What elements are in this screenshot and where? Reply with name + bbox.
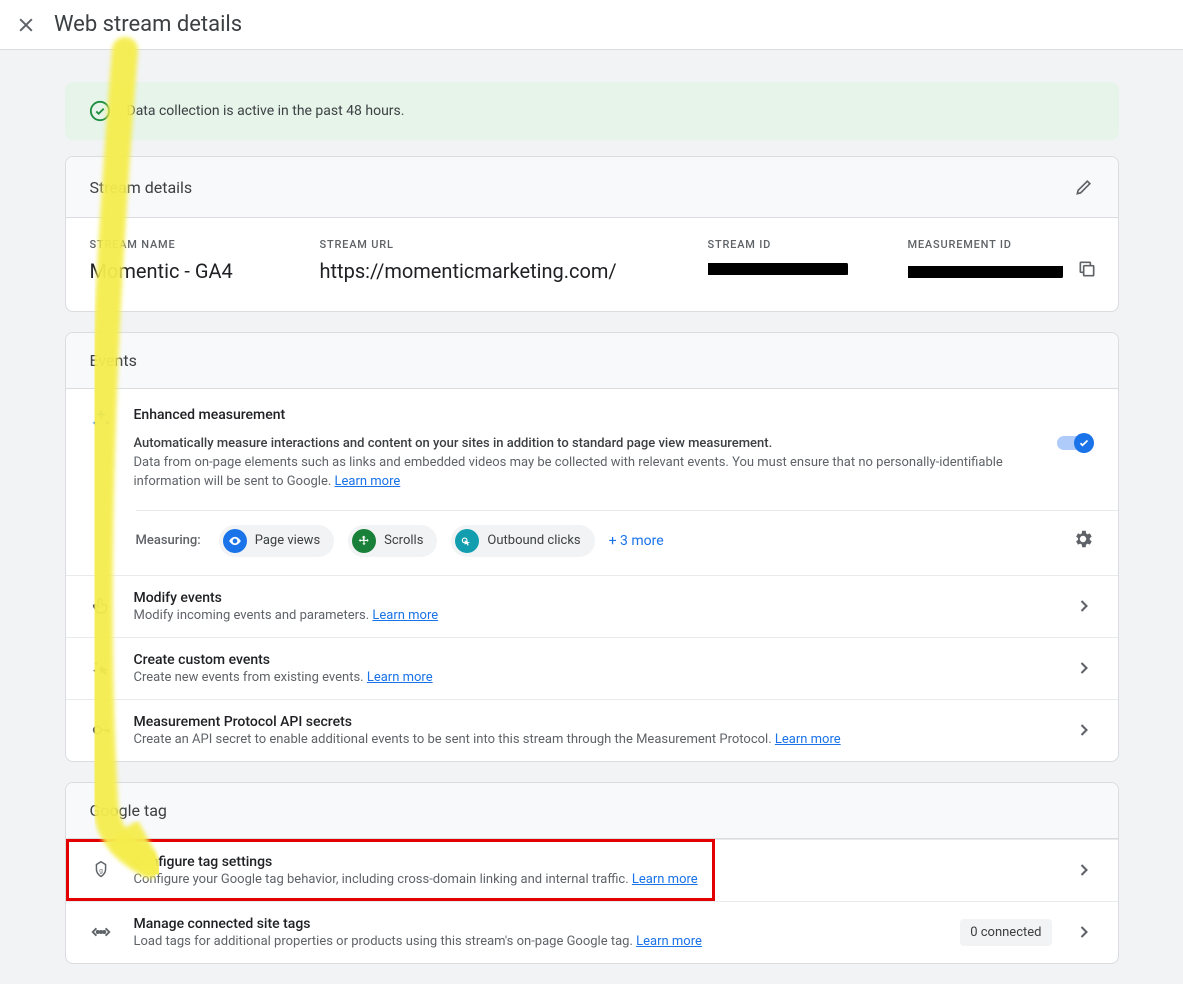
stream-name-value: Momentic - GA4 [90, 259, 320, 283]
modify-events-learn-link[interactable]: Learn more [372, 608, 438, 623]
click-icon [455, 529, 479, 553]
row-modify-events[interactable]: Modify events Modify incoming events and… [66, 575, 1118, 637]
stream-url-value: https://momenticmarketing.com/ [320, 259, 708, 283]
page-title: Web stream details [54, 12, 242, 37]
events-card: Events Enhanced measurement Automaticall… [65, 332, 1119, 762]
stream-name-label: STREAM NAME [90, 238, 320, 251]
banner-text: Data collection is active in the past 48… [127, 103, 405, 119]
close-icon[interactable] [16, 15, 36, 35]
measurement-id-label: MEASUREMENT ID [908, 238, 1097, 251]
edit-icon[interactable] [1074, 177, 1094, 197]
create-events-title: Create custom events [134, 652, 1052, 668]
api-secrets-desc: Create an API secret to enable additiona… [134, 732, 1052, 747]
api-secrets-learn-link[interactable]: Learn more [775, 732, 841, 747]
touch-icon [90, 595, 112, 617]
svg-text:g: g [99, 867, 103, 874]
configure-tag-desc: Configure your Google tag behavior, incl… [134, 872, 1052, 887]
measurement-id-redacted [908, 266, 1063, 278]
configure-tag-learn-link[interactable]: Learn more [632, 872, 698, 887]
modify-events-desc: Modify incoming events and parameters. L… [134, 608, 1052, 623]
scroll-icon [352, 529, 376, 553]
configure-tag-title: Configure tag settings [134, 854, 1052, 870]
stream-id-redacted [708, 263, 848, 275]
chevron-right-icon [1074, 922, 1094, 942]
row-configure-tag-settings[interactable]: g Configure tag settings Configure your … [66, 839, 1118, 901]
create-events-desc: Create new events from existing events. … [134, 670, 1052, 685]
enhanced-measurement-toggle[interactable] [1057, 433, 1094, 453]
chevron-right-icon [1074, 596, 1094, 616]
create-events-learn-link[interactable]: Learn more [367, 670, 433, 685]
enhanced-measurement-title: Enhanced measurement [134, 407, 1035, 423]
events-title: Events [66, 333, 1118, 389]
sparkle-icon [90, 407, 112, 429]
chevron-right-icon [1074, 658, 1094, 678]
chip-outbound-clicks: Outbound clicks [451, 525, 594, 557]
connected-count-badge: 0 connected [960, 919, 1051, 946]
tag-icon: g [90, 859, 112, 881]
manage-tags-desc: Load tags for additional properties or p… [134, 934, 939, 949]
check-circle-icon [89, 100, 111, 122]
enhanced-measurement-desc1: Automatically measure interactions and c… [134, 435, 1035, 454]
row-api-secrets[interactable]: Measurement Protocol API secrets Create … [66, 699, 1118, 761]
measuring-more-link[interactable]: + 3 more [609, 533, 664, 549]
measuring-label: Measuring: [136, 533, 201, 548]
gear-icon[interactable] [1072, 538, 1094, 554]
google-tag-title: Google tag [66, 783, 1118, 839]
key-icon [90, 719, 112, 741]
chip-scrolls: Scrolls [348, 525, 437, 557]
enhanced-measurement-desc2: Data from on-page elements such as links… [134, 454, 1035, 492]
cursor-sparkle-icon [90, 657, 112, 679]
status-banner: Data collection is active in the past 48… [65, 82, 1119, 140]
copy-icon[interactable] [1077, 259, 1097, 279]
google-tag-card: Google tag g Configure tag settings Conf… [65, 782, 1119, 964]
chevron-right-icon [1074, 720, 1094, 740]
row-manage-connected-tags[interactable]: Manage connected site tags Load tags for… [66, 901, 1118, 963]
enhanced-learn-more-link[interactable]: Learn more [335, 474, 401, 489]
chip-page-views: Page views [219, 525, 334, 557]
connect-icon [90, 921, 112, 943]
modify-events-title: Modify events [134, 590, 1052, 606]
chevron-right-icon [1074, 860, 1094, 880]
panel-header: Web stream details [0, 0, 1183, 50]
row-create-custom-events[interactable]: Create custom events Create new events f… [66, 637, 1118, 699]
eye-icon [223, 529, 247, 553]
stream-details-title: Stream details [90, 178, 193, 197]
manage-tags-title: Manage connected site tags [134, 916, 939, 932]
api-secrets-title: Measurement Protocol API secrets [134, 714, 1052, 730]
manage-tags-learn-link[interactable]: Learn more [636, 934, 702, 949]
stream-id-label: STREAM ID [708, 238, 908, 251]
stream-url-label: STREAM URL [320, 238, 708, 251]
stream-details-card: Stream details STREAM NAME Momentic - GA… [65, 156, 1119, 312]
